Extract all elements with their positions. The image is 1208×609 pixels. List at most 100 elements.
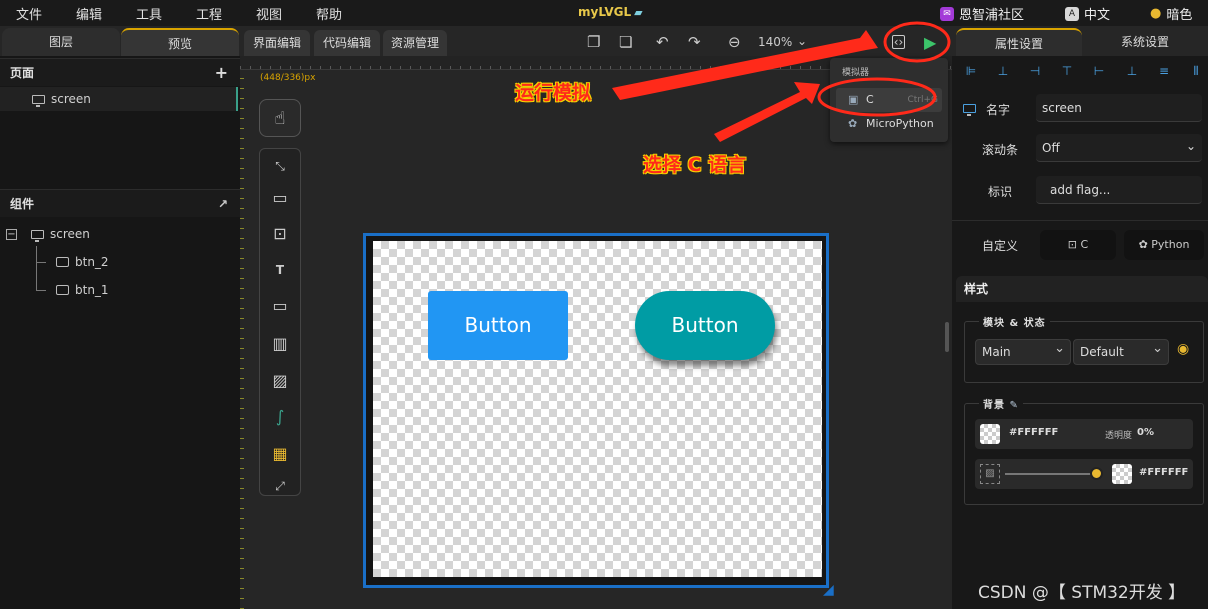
left-panel: 图层 预览 页面 + screen 组件 ↗ − screen btn_2 btn_…	[0, 26, 240, 609]
distribute-v-icon[interactable]: ⦀	[1189, 64, 1203, 78]
part-select[interactable]: Main	[975, 337, 1071, 365]
eye-icon[interactable]: ◉	[1177, 341, 1189, 357]
components-title: 组件	[10, 197, 35, 211]
line-widget-icon[interactable]: ∫	[260, 402, 300, 432]
tab-code-editor[interactable]: 代码编辑	[314, 30, 380, 56]
align-bottom-icon[interactable]: ⊥	[1125, 64, 1139, 78]
distribute-h-icon[interactable]: ≡	[1157, 64, 1171, 78]
simulator-c-item[interactable]: ▣ C Ctrl+G	[836, 88, 942, 112]
tree-line	[36, 262, 46, 263]
scrollbar-select[interactable]: Off ⌄	[1036, 134, 1202, 162]
collapse-arrows-icon[interactable]: ⤡	[260, 151, 300, 181]
zoom-level[interactable]: 140%	[758, 35, 792, 49]
app-title-text: myLVGL	[578, 5, 632, 19]
run-simulator-icon[interactable]: ▶	[924, 33, 936, 52]
tab-properties[interactable]: 属性设置	[956, 28, 1082, 56]
palette-pointer[interactable]: ☝	[259, 99, 301, 137]
tab-system-settings[interactable]: 系统设置	[1084, 28, 1206, 56]
community-label: 恩智浦社区	[959, 8, 1025, 23]
menu-file[interactable]: 文件	[16, 4, 42, 23]
collapse-icon[interactable]: −	[6, 228, 17, 240]
btn-2-widget[interactable]: Button	[635, 291, 775, 360]
tree-item-btn2[interactable]: btn_2	[56, 250, 109, 274]
menu-bar: 文件 编辑 工具 工程 视图 帮助 myLVGL ▰ ✉ 恩智浦社区 A 中文 ●…	[0, 0, 1208, 26]
screen-canvas[interactable]: Button Button	[373, 241, 822, 577]
zoom-dropdown-icon[interactable]: ⌄	[797, 34, 807, 48]
tab-layers[interactable]: 图层	[2, 28, 120, 56]
state-select[interactable]: Default	[1073, 337, 1169, 365]
tree-item-screen[interactable]: − screen	[6, 222, 90, 246]
align-right-icon[interactable]: ⊣	[1028, 64, 1042, 78]
align-top-icon[interactable]: ⊤	[1060, 64, 1074, 78]
zoom-out-icon[interactable]: ⊖	[728, 33, 741, 51]
page-item-screen[interactable]: screen	[0, 87, 238, 111]
hand-pointer-icon[interactable]: ☝	[260, 104, 300, 134]
bg-color-row[interactable]: #FFFFFF 透明度 0%	[975, 419, 1193, 449]
qrcode-widget-icon[interactable]: ▦	[260, 439, 300, 469]
image-widget-icon[interactable]: ▨	[260, 366, 300, 396]
custom-c-label: C	[1080, 238, 1089, 251]
screen-icon	[963, 102, 976, 116]
app-title: myLVGL ▰	[578, 5, 643, 19]
name-field[interactable]: screen	[1036, 94, 1202, 122]
add-page-icon[interactable]: +	[215, 59, 228, 87]
chart-widget-icon[interactable]: ▥	[260, 329, 300, 359]
popout-icon[interactable]: ↗	[218, 190, 228, 218]
align-vcenter-icon[interactable]: ⊢	[1092, 64, 1106, 78]
resize-handle-icon[interactable]: ◢	[823, 582, 839, 598]
bg-gradient-row: ▨ #FFFFFF	[975, 459, 1193, 489]
simulator-python-label: MicroPython	[866, 117, 934, 130]
bring-front-icon[interactable]: ❐	[587, 33, 600, 51]
dropdown-widget-icon[interactable]: ▭	[260, 291, 300, 321]
palette-icon: ●	[1150, 6, 1162, 21]
button-icon	[56, 285, 69, 295]
tree-item-btn1[interactable]: btn_1	[56, 278, 109, 302]
add-flag-field[interactable]: add flag...	[1036, 176, 1202, 204]
tab-resources[interactable]: 资源管理	[383, 30, 447, 56]
image-icon[interactable]: ▨	[980, 464, 1000, 484]
menu-view[interactable]: 视图	[256, 4, 282, 23]
redo-icon[interactable]: ↷	[688, 33, 701, 51]
align-left-icon[interactable]: ⊫	[964, 64, 978, 78]
chat-icon: ✉	[940, 6, 954, 21]
menu-project[interactable]: 工程	[196, 4, 222, 23]
opacity-label: 透明度	[1105, 431, 1133, 441]
menu-tools[interactable]: 工具	[136, 4, 162, 23]
simulator-python-item[interactable]: ✿ MicroPython	[836, 112, 942, 136]
scrollbar-thumb[interactable]	[945, 322, 949, 352]
bg-color-swatch[interactable]	[980, 424, 1000, 444]
label-widget-icon[interactable]: T	[260, 255, 300, 285]
button-widget-icon[interactable]: ▭	[260, 183, 300, 213]
tree-item-label: btn_1	[75, 283, 109, 297]
gradient-color-swatch[interactable]	[1112, 464, 1132, 484]
menu-edit[interactable]: 编辑	[76, 4, 102, 23]
gradient-slider-thumb[interactable]	[1090, 467, 1103, 480]
gradient-slider-track[interactable]	[1005, 473, 1097, 475]
broom-icon[interactable]: ✦	[860, 33, 873, 51]
brush-icon: ✎	[1009, 400, 1019, 411]
code-file-icon[interactable]: ‹›	[892, 35, 905, 49]
align-hcenter-icon[interactable]: ⊥	[996, 64, 1010, 78]
cube-icon: ▣	[848, 93, 859, 106]
undo-icon[interactable]: ↶	[656, 33, 669, 51]
btn-1-widget[interactable]: Button	[428, 291, 568, 360]
screen-selection-frame[interactable]: Button Button	[363, 233, 829, 588]
right-panel: 属性设置 系统设置 ⊫ ⊥ ⊣ ⊤ ⊢ ⊥ ≡ ⦀ 名字 screen 滚动条 …	[952, 26, 1208, 609]
community-link[interactable]: ✉ 恩智浦社区	[940, 4, 1024, 23]
translate-icon: A	[1065, 6, 1079, 21]
expand-arrows-icon[interactable]: ⤢	[260, 471, 300, 501]
part-state-group: 模块 & 状态 Main Default ◉	[964, 314, 1204, 383]
custom-python-button[interactable]: ✿ Python	[1124, 230, 1204, 260]
imgbtn-widget-icon[interactable]: ⊡	[260, 219, 300, 249]
send-back-icon[interactable]: ❏	[619, 33, 632, 51]
opacity-value: 0%	[1137, 427, 1154, 438]
chevron-down-icon: ⌄	[1185, 139, 1196, 153]
language-switch[interactable]: A 中文	[1065, 4, 1110, 23]
tab-ui-editor[interactable]: 界面编辑	[244, 30, 310, 56]
tree-item-label: screen	[50, 227, 90, 241]
custom-c-button[interactable]: ⊡ C	[1040, 230, 1116, 260]
menu-help[interactable]: 帮助	[316, 4, 342, 23]
tab-preview[interactable]: 预览	[121, 28, 239, 56]
gradient-color-value: #FFFFFF	[1139, 467, 1189, 478]
theme-switch[interactable]: ● 暗色	[1150, 4, 1192, 23]
